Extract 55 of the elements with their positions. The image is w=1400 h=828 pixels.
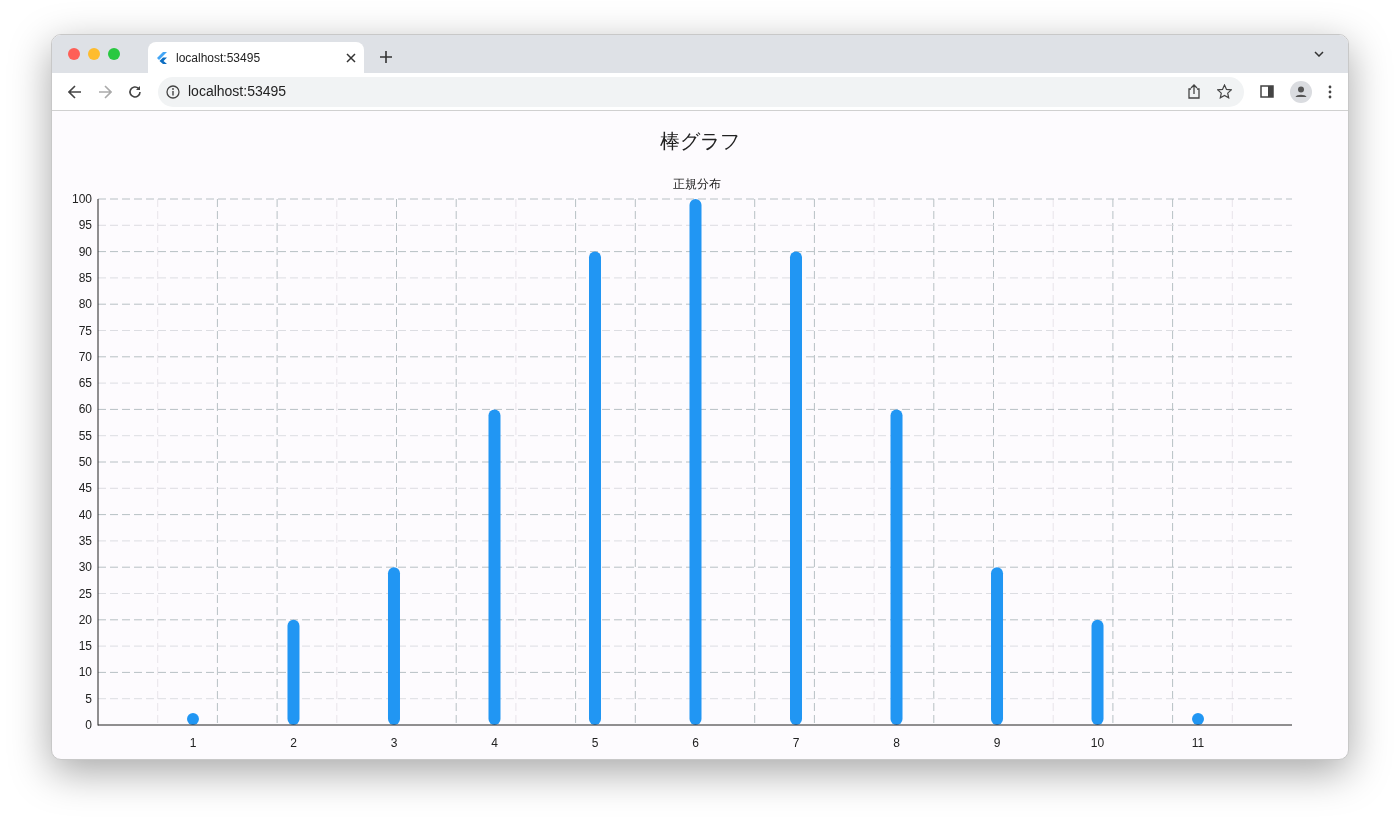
y-tick-label: 40 xyxy=(78,507,92,522)
x-tick-label: 5 xyxy=(591,736,599,750)
reload-button[interactable] xyxy=(128,84,142,99)
y-tick-label: 70 xyxy=(78,349,92,364)
new-tab-button[interactable] xyxy=(380,51,392,63)
y-tick-label: 95 xyxy=(78,218,92,233)
url-text: localhost:53495 xyxy=(188,82,288,102)
y-tick-label: 90 xyxy=(78,244,92,259)
x-tick-label: 9 xyxy=(993,736,1001,750)
x-tick-label: 10 xyxy=(1090,736,1105,750)
y-tick-label: 80 xyxy=(78,297,92,312)
chart-title: 正規分布 xyxy=(673,177,721,191)
tab-list-button[interactable] xyxy=(1314,51,1324,57)
tab-title: localhost:53495 xyxy=(176,49,262,67)
y-tick-label: 0 xyxy=(85,718,92,732)
x-tick-label: 4 xyxy=(491,736,498,750)
y-tick-label: 65 xyxy=(78,376,92,391)
page-title: 棒グラフ xyxy=(660,128,740,154)
x-tick-label: 7 xyxy=(792,736,800,750)
side-panel-button[interactable] xyxy=(1260,85,1274,99)
y-tick-label: 30 xyxy=(78,560,92,575)
info-icon xyxy=(166,84,180,99)
x-tick-label: 6 xyxy=(692,736,699,750)
y-tick-label: 20 xyxy=(78,612,92,627)
y-tick-label: 100 xyxy=(71,192,92,206)
bar xyxy=(187,713,199,725)
bar xyxy=(1192,713,1205,725)
y-tick-label: 10 xyxy=(78,665,92,680)
flutter-logo-icon xyxy=(156,51,168,64)
y-tick-label: 85 xyxy=(78,270,92,285)
profile-avatar-button[interactable] xyxy=(1290,80,1312,103)
address-bar[interactable]: localhost:53495 xyxy=(158,76,1244,107)
maximize-window-dot[interactable] xyxy=(108,48,120,60)
y-tick-label: 55 xyxy=(78,428,92,443)
back-button[interactable] xyxy=(68,84,82,99)
close-window-dot[interactable] xyxy=(68,48,80,60)
browser-tab[interactable]: localhost:53495 xyxy=(148,42,364,73)
y-tick-label: 25 xyxy=(78,586,92,601)
x-tick-label: 8 xyxy=(893,736,900,750)
close-tab-button[interactable] xyxy=(346,52,356,63)
y-tick-label: 5 xyxy=(85,691,92,706)
x-tick-label: 1 xyxy=(189,736,197,750)
y-tick-label: 15 xyxy=(78,639,92,654)
x-tick-label: 3 xyxy=(390,736,398,750)
y-tick-label: 45 xyxy=(78,481,92,496)
menu-button[interactable] xyxy=(1328,84,1332,99)
bookmark-star-button[interactable] xyxy=(1217,84,1232,100)
y-tick-label: 35 xyxy=(78,533,92,548)
y-tick-label: 60 xyxy=(78,402,92,417)
minimize-window-dot[interactable] xyxy=(88,48,100,60)
y-tick-label: 75 xyxy=(78,323,92,338)
x-tick-label: 2 xyxy=(290,736,297,750)
share-button[interactable] xyxy=(1187,84,1201,100)
x-tick-label: 11 xyxy=(1191,736,1205,750)
y-tick-label: 50 xyxy=(78,455,92,469)
